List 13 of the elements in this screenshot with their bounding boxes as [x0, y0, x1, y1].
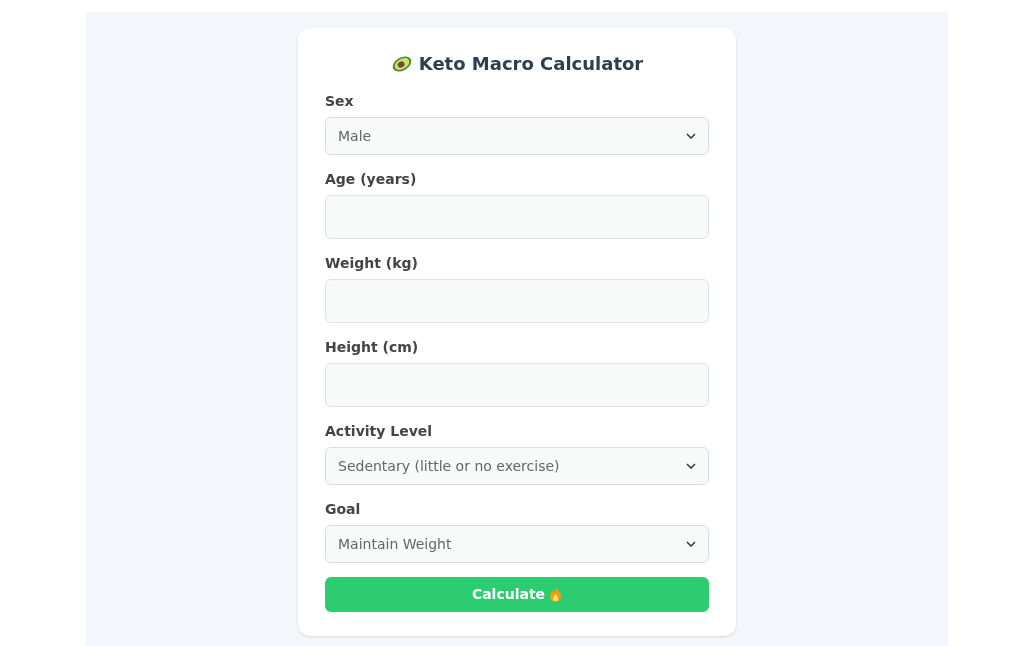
field-label: Age (years) — [325, 170, 418, 189]
field-label: Height (cm) — [325, 338, 420, 357]
page-title: Keto Macro Calculator — [418, 52, 644, 76]
dropdown[interactable]: Male — [325, 117, 709, 155]
dropdown[interactable]: Maintain Weight — [325, 525, 709, 563]
field-label: Goal — [325, 500, 362, 519]
dropdown-value: Maintain Weight — [338, 534, 452, 554]
field-label: Activity Level — [325, 422, 434, 441]
field-label: Weight (kg) — [325, 254, 419, 273]
field-label: Sex — [325, 92, 355, 111]
dropdown-value: Male — [338, 126, 372, 146]
dropdown-value: Sedentary (little or no exercise) — [338, 456, 560, 476]
dropdown[interactable]: Sedentary (little or no exercise) — [325, 447, 709, 485]
